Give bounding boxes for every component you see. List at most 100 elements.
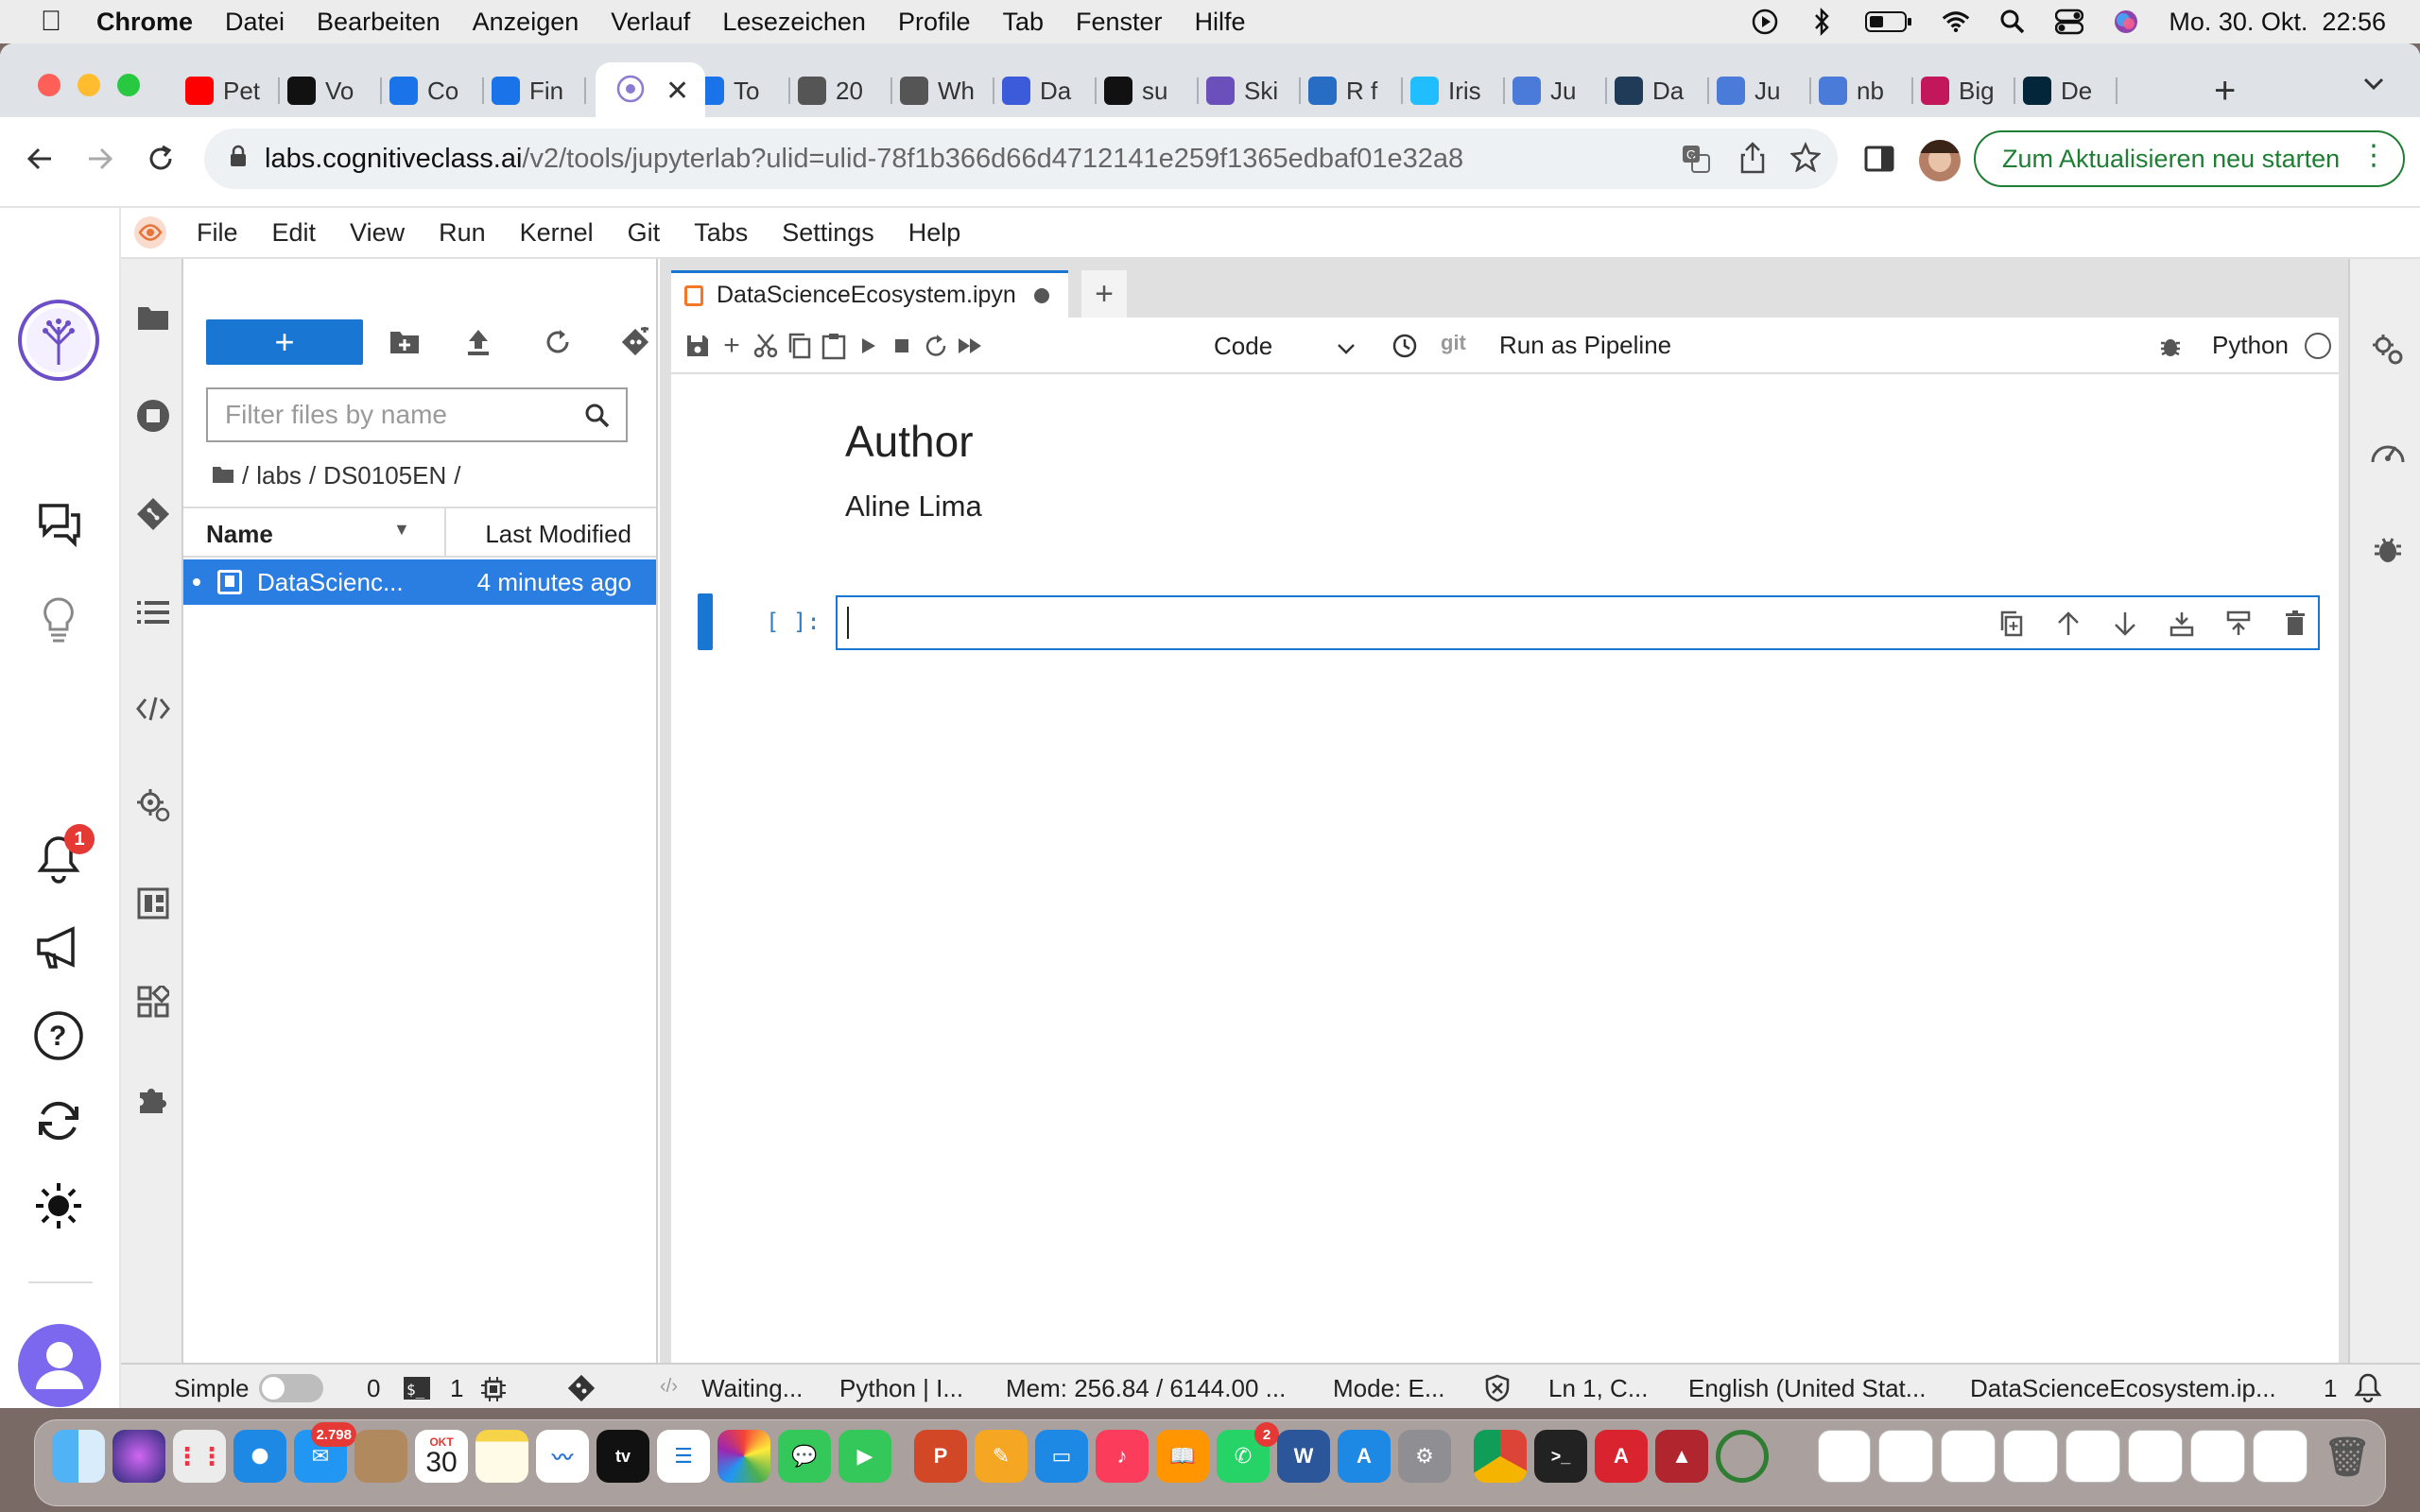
browser-tab[interactable]: Ju bbox=[1717, 72, 1811, 110]
translate-icon[interactable]: G bbox=[1681, 144, 1711, 181]
affinity-icon[interactable]: ▲ bbox=[1655, 1430, 1708, 1483]
jmenu-kernel[interactable]: Kernel bbox=[520, 218, 594, 248]
refresh-icon[interactable] bbox=[541, 325, 575, 359]
duplicate-cell-icon[interactable] bbox=[1996, 609, 2027, 639]
bluetooth-icon[interactable] bbox=[1807, 8, 1836, 36]
sidepanel-icon[interactable] bbox=[1864, 144, 1894, 179]
table-of-contents-icon[interactable] bbox=[134, 593, 172, 631]
minimize-window-button[interactable] bbox=[78, 74, 100, 96]
document-thumbnail-4[interactable] bbox=[2003, 1430, 2058, 1483]
lightbulb-icon[interactable] bbox=[28, 590, 89, 650]
code-snippets-icon[interactable] bbox=[134, 690, 172, 728]
property-inspector-gear-icon[interactable] bbox=[134, 786, 172, 824]
debugger-bug-icon[interactable] bbox=[2369, 531, 2407, 569]
clock-datetime[interactable]: Mo. 30. Okt. 22:56 bbox=[2169, 8, 2386, 37]
kernels-count[interactable]: 1 bbox=[450, 1374, 463, 1403]
apple-tv-icon[interactable]: tv bbox=[596, 1430, 649, 1483]
stop-square-icon[interactable] bbox=[887, 331, 917, 361]
document-thumbnail-3[interactable] bbox=[1941, 1430, 1996, 1483]
kernel-status[interactable]: Python | I... bbox=[839, 1374, 963, 1403]
cut-scissors-icon[interactable] bbox=[751, 331, 781, 361]
column-divider[interactable] bbox=[444, 508, 446, 558]
notification-count[interactable]: 1 bbox=[2324, 1374, 2337, 1403]
menu-app-name[interactable]: Chrome bbox=[96, 8, 193, 37]
git-icon[interactable] bbox=[134, 495, 172, 533]
close-tab-icon[interactable]: ✕ bbox=[666, 75, 689, 108]
browser-tab[interactable]: Da bbox=[1002, 72, 1097, 110]
running-sessions-icon[interactable] bbox=[134, 397, 172, 435]
git-status-icon[interactable] bbox=[567, 1374, 596, 1408]
git-diff-label[interactable]: git bbox=[1441, 331, 1466, 355]
menu-tab[interactable]: Tab bbox=[1002, 8, 1044, 37]
browser-tab[interactable]: Da bbox=[1615, 72, 1709, 110]
update-restart-button[interactable]: Zum Aktualisieren neu starten ⋮ bbox=[1974, 130, 2405, 187]
add-tab-button[interactable]: + bbox=[1081, 270, 1127, 318]
home-folder-icon[interactable] bbox=[212, 461, 234, 490]
avatar[interactable] bbox=[1919, 140, 1961, 181]
lock-icon[interactable] bbox=[229, 145, 248, 174]
document-thumbnail-1[interactable] bbox=[1818, 1430, 1871, 1483]
trash-icon[interactable]: 🗑 bbox=[2321, 1430, 2374, 1483]
pages-icon[interactable]: ✎ bbox=[975, 1430, 1028, 1483]
browser-tab[interactable]: su bbox=[1104, 72, 1199, 110]
siri-dock-icon[interactable] bbox=[112, 1430, 165, 1483]
jmenu-help[interactable]: Help bbox=[908, 218, 961, 248]
menu-anzeigen[interactable]: Anzeigen bbox=[473, 8, 579, 37]
music-icon[interactable]: ♪ bbox=[1096, 1430, 1149, 1483]
kernel-status-circle-icon[interactable] bbox=[2305, 333, 2331, 359]
user-profile-icon[interactable] bbox=[17, 1323, 102, 1408]
wifi-icon[interactable] bbox=[1942, 8, 1970, 36]
upload-icon[interactable] bbox=[461, 325, 495, 359]
restart-kernel-icon[interactable] bbox=[921, 331, 951, 361]
delete-cell-trash-icon[interactable] bbox=[2280, 609, 2310, 639]
jmenu-run[interactable]: Run bbox=[439, 218, 486, 248]
search-icon[interactable] bbox=[584, 403, 611, 436]
simple-mode-toggle[interactable] bbox=[259, 1374, 323, 1402]
launchpad-icon[interactable]: ⋮⋮ bbox=[173, 1430, 226, 1483]
kernel-chip-icon[interactable] bbox=[480, 1376, 507, 1408]
extensions-puzzle-icon[interactable] bbox=[134, 1079, 172, 1117]
browser-tab[interactable]: Wh bbox=[900, 72, 994, 110]
mail-icon[interactable]: ✉ 2.798 bbox=[294, 1422, 356, 1483]
powerpoint-icon[interactable]: P bbox=[914, 1430, 967, 1483]
document-thumbnail-2[interactable] bbox=[1878, 1430, 1933, 1483]
word-icon[interactable]: W bbox=[1277, 1430, 1330, 1483]
property-inspector-gears-icon[interactable] bbox=[2369, 331, 2407, 369]
terminals-count[interactable]: 0 bbox=[367, 1374, 380, 1403]
copy-icon[interactable] bbox=[785, 331, 815, 361]
browser-tab[interactable]: Vo bbox=[287, 72, 382, 110]
lsp-status-icon[interactable]: ‹/› bbox=[660, 1376, 678, 1398]
filter-files-input[interactable]: Filter files by name bbox=[206, 387, 628, 442]
battery-icon[interactable] bbox=[1864, 8, 1913, 36]
trust-shield-icon[interactable] bbox=[1484, 1374, 1511, 1408]
unsaved-dot-icon[interactable] bbox=[1034, 287, 1049, 303]
address-bar[interactable]: labs.cognitiveclass.ai /v2/tools/jupyter… bbox=[204, 129, 1838, 189]
tab-search-chevron-icon[interactable] bbox=[2363, 77, 2384, 95]
document-thumbnail-7[interactable] bbox=[2190, 1430, 2245, 1483]
breadcrumb-labs[interactable]: labs bbox=[256, 461, 302, 490]
browser-tab[interactable]: Co bbox=[389, 72, 484, 110]
spotlight-search-icon[interactable] bbox=[1998, 8, 2027, 36]
system-settings-icon[interactable]: ⚙ bbox=[1398, 1430, 1451, 1483]
browser-tab[interactable]: Fin bbox=[492, 72, 586, 110]
menu-verlauf[interactable]: Verlauf bbox=[611, 8, 690, 37]
save-icon[interactable] bbox=[683, 331, 713, 361]
back-arrow-icon[interactable] bbox=[23, 142, 57, 180]
browser-tab[interactable]: Iris bbox=[1410, 72, 1505, 110]
run-as-pipeline-button[interactable]: Run as Pipeline bbox=[1499, 331, 1671, 360]
browser-tab[interactable]: Pet bbox=[185, 72, 280, 110]
apple-icon[interactable]:  bbox=[25, 6, 78, 38]
notifications-bell-icon[interactable]: 1 bbox=[28, 824, 95, 888]
lsp-waiting-status[interactable]: Waiting... bbox=[701, 1374, 803, 1403]
insert-cell-plus-icon[interactable]: + bbox=[717, 330, 747, 361]
jmenu-view[interactable]: View bbox=[350, 218, 405, 248]
contacts-icon[interactable] bbox=[354, 1430, 407, 1483]
play-circle-icon[interactable] bbox=[1751, 8, 1779, 36]
new-tab-button[interactable]: + bbox=[2214, 70, 2236, 112]
kernel-name[interactable]: Python bbox=[2212, 331, 2289, 360]
history-clock-icon[interactable] bbox=[1390, 331, 1420, 361]
keynote-icon[interactable]: ▭ bbox=[1035, 1430, 1088, 1483]
reload-icon[interactable] bbox=[144, 142, 178, 180]
breadcrumb-ds0105en[interactable]: DS0105EN bbox=[323, 461, 446, 490]
acrobat-icon[interactable]: A bbox=[1595, 1430, 1648, 1483]
